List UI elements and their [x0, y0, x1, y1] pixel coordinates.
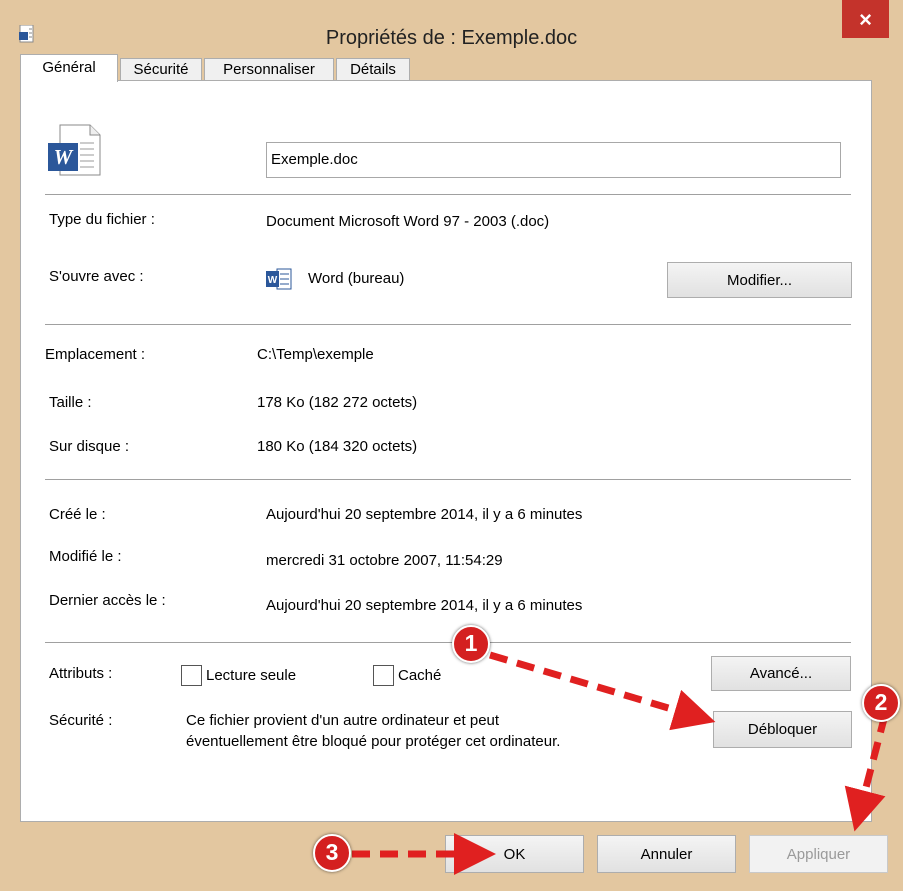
- arrow-1: [489, 651, 716, 731]
- step-3-badge: 3: [313, 834, 351, 872]
- properties-window: Propriétés de : Exemple.doc × Général Sé…: [0, 0, 903, 891]
- step-2-badge: 2: [862, 684, 900, 722]
- arrow-2: [844, 714, 889, 832]
- annotation-arrows: [352, 651, 889, 875]
- step-1-badge: 1: [452, 625, 490, 663]
